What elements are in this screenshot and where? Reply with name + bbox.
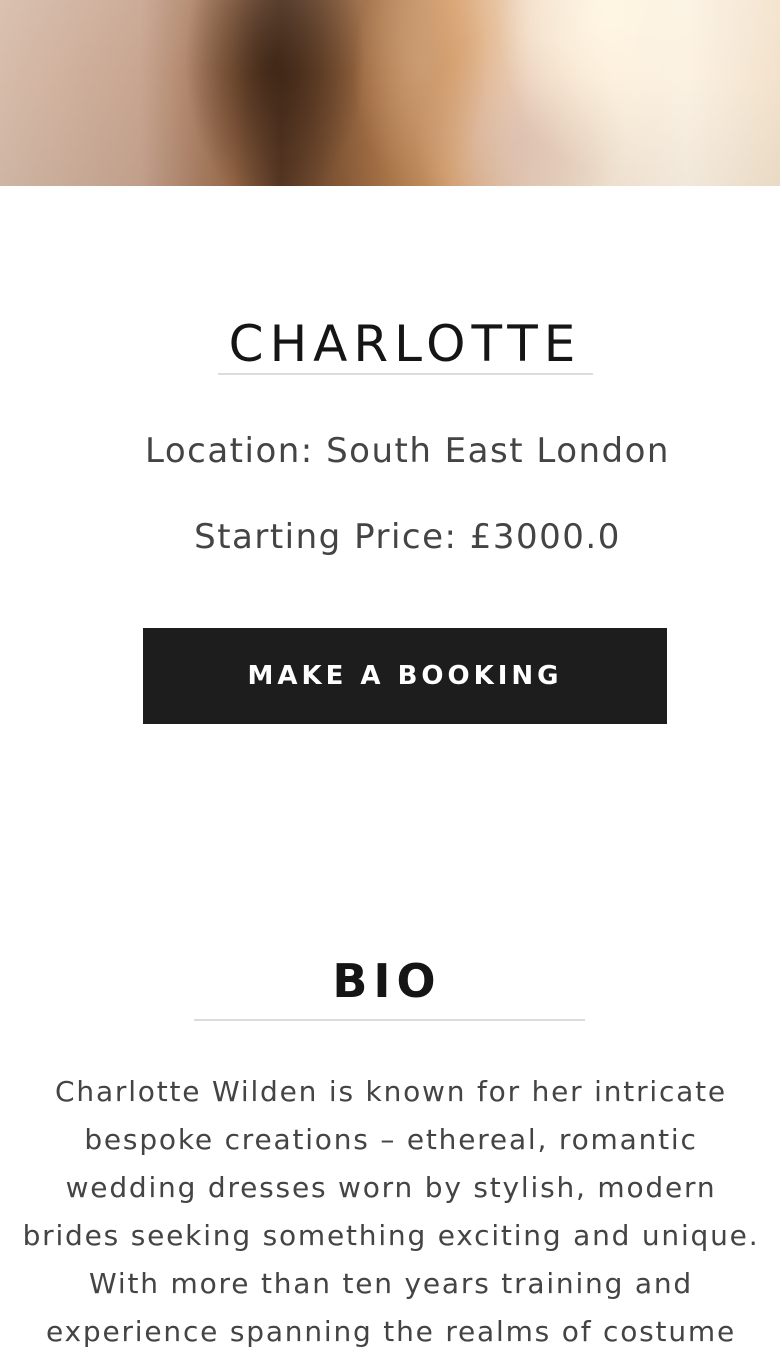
bio-line: With more than ten years training and	[89, 1267, 693, 1300]
hero-image	[0, 0, 780, 186]
bio-line: Charlotte Wilden is known for her intric…	[55, 1075, 727, 1108]
bio-line: brides seeking something exciting and un…	[22, 1219, 760, 1252]
make-a-booking-button[interactable]: MAKE A BOOKING	[143, 628, 667, 724]
bio-heading: BIO	[332, 954, 442, 1009]
location-text: Location: South East London	[145, 431, 670, 471]
bio-line: wedding dresses worn by stylish, modern	[65, 1171, 717, 1204]
bio-line: bespoke creations – ethereal, romantic	[84, 1123, 698, 1156]
starting-price-text: Starting Price: £3000.0	[194, 517, 621, 557]
bio-divider	[194, 1019, 585, 1021]
bio-line: experience spanning the realms of costum…	[45, 1315, 736, 1348]
designer-name: CHARLOTTE	[228, 314, 582, 373]
bio-paragraph: Charlotte Wilden is known for her intric…	[0, 1068, 782, 1354]
hero-image-overlay	[0, 0, 780, 186]
title-divider	[218, 373, 593, 375]
